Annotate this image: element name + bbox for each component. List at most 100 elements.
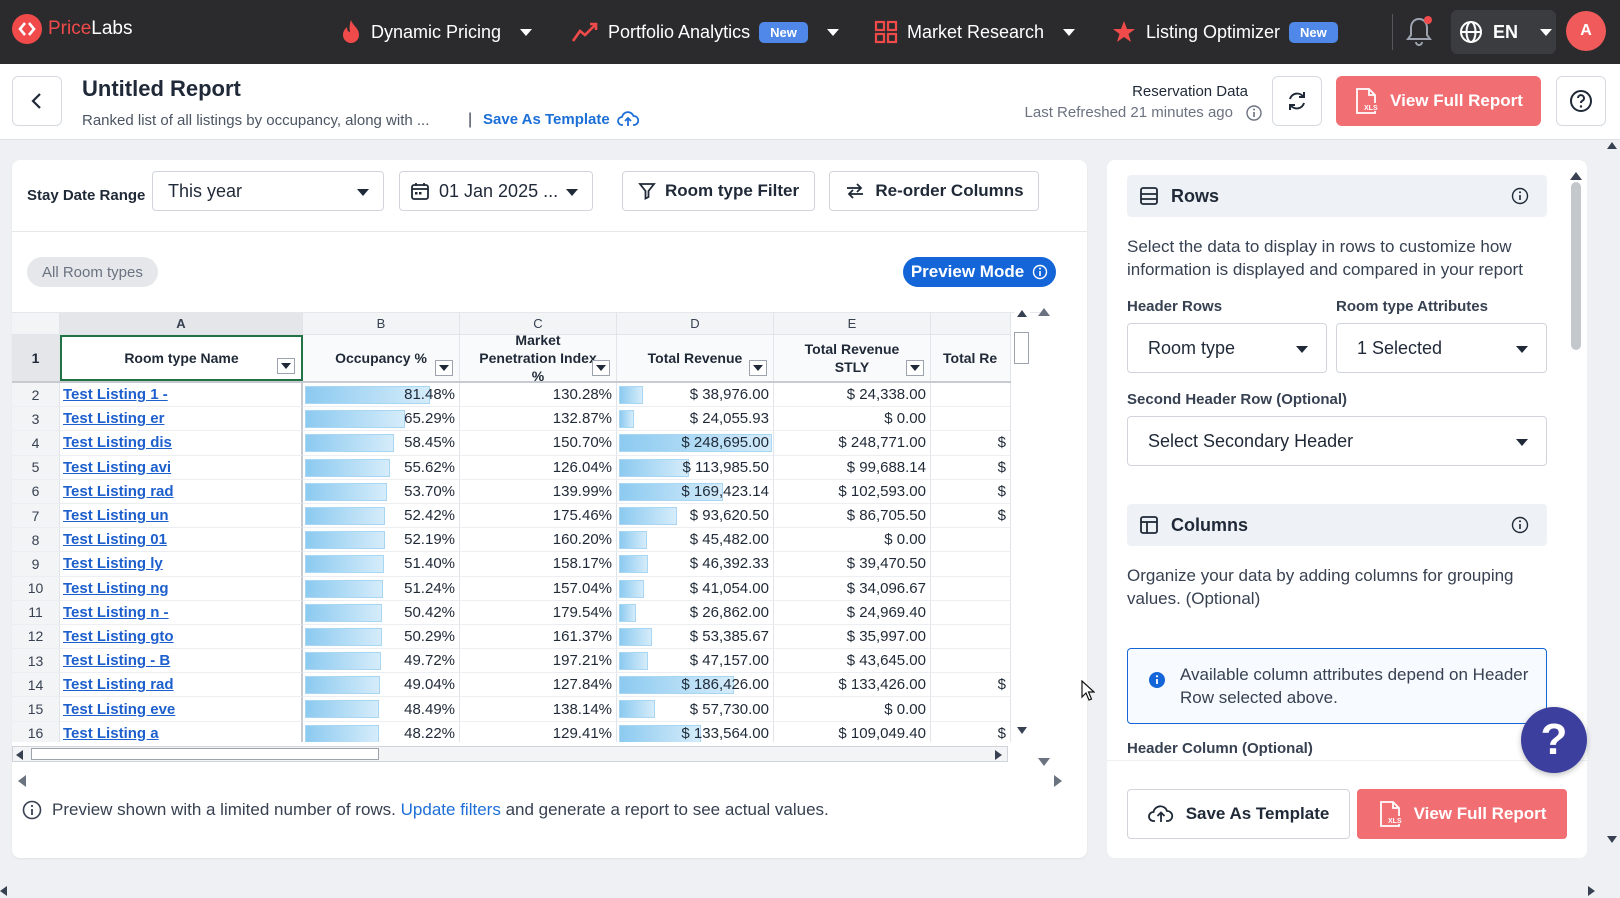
listing-name-cell[interactable]: Test Listing dis [60, 431, 303, 456]
scroll-up-arrow-icon[interactable] [1017, 310, 1027, 317]
mpi-cell[interactable]: 129.41% [460, 721, 617, 742]
card-scroll-left-icon[interactable] [18, 775, 26, 787]
mpi-cell[interactable]: 138.14% [460, 697, 617, 722]
column-header-total-revenue-stly[interactable]: Total Revenue STLY [774, 335, 931, 381]
scroll-right-arrow-icon[interactable] [995, 750, 1002, 760]
row-number[interactable]: 11 [12, 600, 60, 625]
total-revenue-stly-cell[interactable]: $ 86,705.50 [774, 503, 931, 529]
total-revenue-stly-cell[interactable]: $ 0.00 [774, 697, 931, 722]
occupancy-cell[interactable]: 48.49% [303, 697, 460, 722]
total-revenue-stly-cell[interactable]: $ 24,969.40 [774, 600, 931, 625]
preview-mode-button[interactable]: Preview Mode [903, 257, 1056, 287]
listing-link[interactable]: Test Listing gto [63, 628, 174, 645]
occupancy-cell[interactable]: 52.19% [303, 528, 460, 553]
total-revenue-cell[interactable]: $ 45,482.00 [617, 528, 774, 553]
save-as-template-link[interactable]: Save As Template [483, 110, 639, 128]
total-revenue-stly-cell[interactable]: $ 39,470.50 [774, 552, 931, 577]
listing-name-cell[interactable]: Test Listing ly [60, 552, 303, 577]
nav-portfolio-analytics[interactable]: Portfolio Analytics New [571, 14, 839, 50]
mpi-cell[interactable]: 130.28% [460, 383, 617, 408]
partial-column-cell[interactable]: $ [931, 479, 1011, 504]
occupancy-cell[interactable]: 50.42% [303, 600, 460, 625]
row-number[interactable]: 16 [12, 721, 60, 742]
row-number[interactable]: 2 [12, 383, 60, 408]
mpi-cell[interactable]: 139.99% [460, 479, 617, 504]
mpi-cell[interactable]: 157.04% [460, 576, 617, 601]
total-revenue-cell[interactable]: $ 57,730.00 [617, 697, 774, 722]
notifications-bell-icon[interactable] [1405, 16, 1435, 48]
scroll-up-arrow-icon[interactable] [1570, 172, 1582, 180]
listing-link[interactable]: Test Listing er [63, 410, 164, 427]
listing-name-cell[interactable]: Test Listing 1 - [60, 383, 303, 408]
card-scroll-down-icon[interactable] [1038, 758, 1050, 766]
page-horizontal-scrollbar[interactable] [0, 882, 1604, 898]
corner-cell[interactable] [12, 313, 60, 335]
listing-link[interactable]: Test Listing ly [63, 555, 163, 572]
total-revenue-stly-cell[interactable]: $ 35,997.00 [774, 624, 931, 650]
update-filters-link[interactable]: Update filters [401, 800, 501, 819]
scroll-down-arrow-icon[interactable] [1607, 836, 1617, 843]
listing-link[interactable]: Test Listing ng [63, 580, 169, 597]
row-number[interactable]: 12 [12, 624, 60, 650]
card-scroll-up-icon[interactable] [1038, 308, 1050, 316]
total-revenue-cell[interactable]: $ 41,054.00 [617, 576, 774, 601]
listing-name-cell[interactable]: Test Listing n - [60, 600, 303, 625]
listing-link[interactable]: Test Listing avi [63, 459, 171, 476]
partial-column-cell[interactable]: $ [931, 503, 1011, 529]
view-full-report-button[interactable]: XLS View Full Report [1357, 789, 1567, 839]
view-full-report-button[interactable]: XLS View Full Report [1336, 76, 1541, 126]
row-number[interactable]: 7 [12, 503, 60, 529]
column-filter-dropdown[interactable] [906, 360, 924, 376]
listing-name-cell[interactable]: Test Listing - B [60, 649, 303, 674]
row-number[interactable]: 8 [12, 528, 60, 553]
total-revenue-stly-cell[interactable]: $ 109,049.40 [774, 721, 931, 742]
total-revenue-stly-cell[interactable]: $ 248,771.00 [774, 431, 931, 456]
listing-name-cell[interactable]: Test Listing gto [60, 624, 303, 650]
row-number[interactable]: 3 [12, 407, 60, 432]
occupancy-cell[interactable]: 55.62% [303, 455, 460, 480]
back-button[interactable] [12, 76, 62, 126]
total-revenue-cell[interactable]: $ 26,862.00 [617, 600, 774, 625]
help-button[interactable] [1556, 76, 1606, 126]
help-chat-button[interactable]: ? [1521, 707, 1587, 773]
total-revenue-cell[interactable]: $ 46,392.33 [617, 552, 774, 577]
column-letter[interactable]: E [774, 313, 931, 335]
page-vertical-scrollbar[interactable] [1604, 140, 1620, 880]
listing-link[interactable]: Test Listing a [63, 725, 159, 742]
occupancy-cell[interactable]: 65.29% [303, 407, 460, 432]
date-range-select[interactable]: This year [152, 171, 384, 211]
save-as-template-button[interactable]: Save As Template [1127, 789, 1350, 839]
partial-column-cell[interactable]: $ [931, 673, 1011, 698]
scroll-up-arrow-icon[interactable] [1607, 142, 1617, 149]
total-revenue-cell[interactable]: $ 248,695.00 [617, 431, 774, 456]
listing-name-cell[interactable]: Test Listing eve [60, 697, 303, 722]
total-revenue-stly-cell[interactable]: $ 0.00 [774, 528, 931, 553]
partial-column-cell[interactable] [931, 649, 1011, 674]
column-header-occupancy[interactable]: Occupancy % [303, 335, 460, 381]
sort-descending-icon[interactable] [435, 360, 453, 376]
column-filter-dropdown[interactable] [277, 358, 295, 374]
column-letter[interactable] [931, 313, 1011, 335]
nav-market-research[interactable]: Market Research [874, 14, 1076, 50]
column-header-partial[interactable]: Total Re [931, 335, 1011, 381]
total-revenue-cell[interactable]: $ 38,976.00 [617, 383, 774, 408]
listing-name-cell[interactable]: Test Listing rad [60, 479, 303, 504]
total-revenue-cell[interactable]: $ 93,620.50 [617, 503, 774, 529]
row-number[interactable]: 15 [12, 697, 60, 722]
refresh-button[interactable] [1272, 76, 1322, 126]
listing-name-cell[interactable]: Test Listing ng [60, 576, 303, 601]
scroll-left-arrow-icon[interactable] [0, 886, 7, 896]
info-icon[interactable] [1246, 105, 1262, 126]
mpi-cell[interactable]: 132.87% [460, 407, 617, 432]
row-number[interactable]: 10 [12, 576, 60, 601]
listing-link[interactable]: Test Listing rad [63, 483, 174, 500]
occupancy-cell[interactable]: 48.22% [303, 721, 460, 742]
column-header-mpi[interactable]: Market Penetration Index % [460, 332, 617, 384]
listing-name-cell[interactable]: Test Listing er [60, 407, 303, 432]
listing-link[interactable]: Test Listing eve [63, 701, 175, 718]
total-revenue-stly-cell[interactable]: $ 0.00 [774, 407, 931, 432]
date-picker[interactable]: 01 Jan 2025 ... [399, 171, 593, 211]
partial-column-cell[interactable] [931, 528, 1011, 553]
mpi-cell[interactable]: 160.20% [460, 528, 617, 553]
column-header-total-revenue[interactable]: Total Revenue [617, 335, 774, 381]
